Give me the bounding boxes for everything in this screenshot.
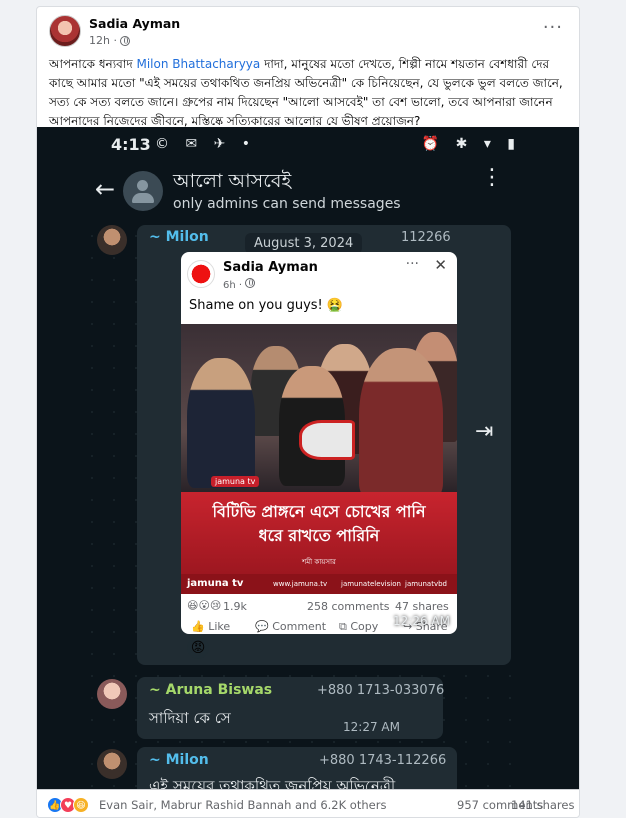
post-footer: 👍 ♥ 😆 Evan Sair, Mabrur Rashid Bannah and … <box>37 789 579 817</box>
post-time[interactable]: 12h · <box>89 34 117 47</box>
megaphone-icon <box>299 420 355 460</box>
news-facebook: jamunatelevision <box>341 580 401 588</box>
status-bar: 4:13 © ✉ ✈ • ⏰ ✱ ▾ ▮ <box>37 127 579 163</box>
post-header: Sadia Ayman 12h · ··· <box>37 7 579 55</box>
embed-copy: ⧉ Copy <box>339 620 379 633</box>
message-time: 12:26 AM <box>393 614 450 628</box>
news-brand: jamuna tv <box>187 578 244 589</box>
sender-name: ~ Milon <box>149 229 209 245</box>
author-name[interactable]: Sadia Ayman <box>89 16 180 31</box>
message-text: সাদিয়া কে সে <box>149 709 231 727</box>
phone-screen: 4:13 © ✉ ✈ • ⏰ ✱ ▾ ▮ ← আলো আসবেই only ad… <box>37 127 579 789</box>
globe-icon <box>245 278 256 288</box>
embed-more-icon: ··· <box>405 256 419 272</box>
embed-comments: 258 comments <box>307 600 390 613</box>
embed-comment: 💬 Comment <box>255 620 327 633</box>
menu-icon: ⋮ <box>481 165 503 190</box>
facebook-post-card: Sadia Ayman 12h · ··· আপনাকে ধন্যবাদ Mil… <box>36 6 580 818</box>
embed-avatar <box>187 260 215 288</box>
embed-stats: 😆😮😢 1.9k 258 comments 47 shares <box>181 598 457 614</box>
reaction-icons[interactable]: 👍 ♥ 😆 <box>47 797 89 813</box>
shares-count[interactable]: 141 shares <box>511 798 574 812</box>
embed-time: 6h · <box>223 278 256 291</box>
forward-icon: ⇥ <box>475 419 494 444</box>
post-image-whatsapp-screenshot[interactable]: 4:13 © ✉ ✈ • ⏰ ✱ ▾ ▮ ← আলো আসবেই only ad… <box>37 127 579 789</box>
post-text: আপনাকে ধন্যবাদ Milon Bhattacharyya দাদা,… <box>49 55 574 131</box>
back-arrow-icon: ← <box>95 175 116 203</box>
embed-text: Shame on you guys! 🤮 <box>189 298 344 313</box>
person-figure <box>359 348 443 498</box>
post-text-prefix: আপনাকে ধন্যবাদ <box>49 57 137 71</box>
globe-icon <box>119 35 130 46</box>
post-meta: 12h · <box>89 34 130 47</box>
angry-reaction-icon: 😡 <box>187 637 209 659</box>
group-subtitle: only admins can send messages <box>173 196 401 212</box>
reactors-summary[interactable]: Evan Sair, Mabrur Rashid Bannah and 6.2K… <box>99 798 386 812</box>
author-avatar[interactable] <box>49 15 81 47</box>
sender-phone: +880 1713-033076 <box>317 683 445 698</box>
news-headline: বিটিভি প্রাঙ্গনে এসে চোখের পানি ধরে রাখত… <box>181 500 457 548</box>
sender-name: ~ Milon <box>149 752 209 768</box>
message-time: 12:27 AM <box>343 720 400 734</box>
status-left-icons: © ✉ ✈ • <box>155 136 257 152</box>
embed-time-text: 6h · <box>223 280 246 291</box>
headline-line-2: ধরে রাখতে পারিনি <box>258 526 380 545</box>
embed-like: 👍 Like <box>191 620 231 633</box>
news-photo: jamuna tv বিটিভি প্রাঙ্গনে এসে চোখের পান… <box>181 324 457 594</box>
sender-name: ~ Aruna Biswas <box>149 682 273 698</box>
status-right-icons: ⏰ ✱ ▾ ▮ <box>421 136 521 152</box>
embed-reaction-icons: 😆😮😢 <box>187 599 222 612</box>
sender-avatar <box>97 679 127 709</box>
group-name: আলো আসবেই <box>173 170 292 192</box>
embed-close-icon: ✕ <box>434 256 447 274</box>
more-options-button[interactable]: ··· <box>543 17 563 38</box>
headline-line-1: বিটিভি প্রাঙ্গনে এসে চোখের পানি <box>212 502 426 521</box>
news-youtube: jamunatvbd <box>405 580 447 588</box>
message-text: এই সময়ের তথাকথিত জনপ্রিয় অভিনেত্রী <box>149 777 396 789</box>
embed-author: Sadia Ayman <box>223 260 318 275</box>
haha-icon: 😆 <box>73 797 89 813</box>
embedded-facebook-post: Sadia Ayman 6h · ··· ✕ Shame on you guys… <box>181 252 457 634</box>
person-figure <box>187 358 255 488</box>
news-footer: jamuna tv www.jamuna.tv jamunatelevision… <box>181 574 457 594</box>
date-chip: August 3, 2024 <box>245 233 363 254</box>
embed-shares: 47 shares <box>395 600 449 613</box>
chat-header: ← আলো আসবেই only admins can send message… <box>37 163 579 225</box>
sender-phone: +880 1743-112266 <box>319 753 447 768</box>
news-byline: শমী কায়সার <box>302 558 336 566</box>
news-website: www.jamuna.tv <box>273 580 328 588</box>
group-avatar-icon <box>123 171 163 211</box>
mention-link[interactable]: Milon Bhattacharyya <box>136 57 260 71</box>
status-time: 4:13 <box>111 135 151 154</box>
embed-reaction-count: 1.9k <box>223 600 247 613</box>
sender-phone: 112266 <box>401 230 451 245</box>
channel-logo: jamuna tv <box>211 476 260 487</box>
sender-avatar <box>97 749 127 779</box>
sender-avatar <box>97 225 127 255</box>
